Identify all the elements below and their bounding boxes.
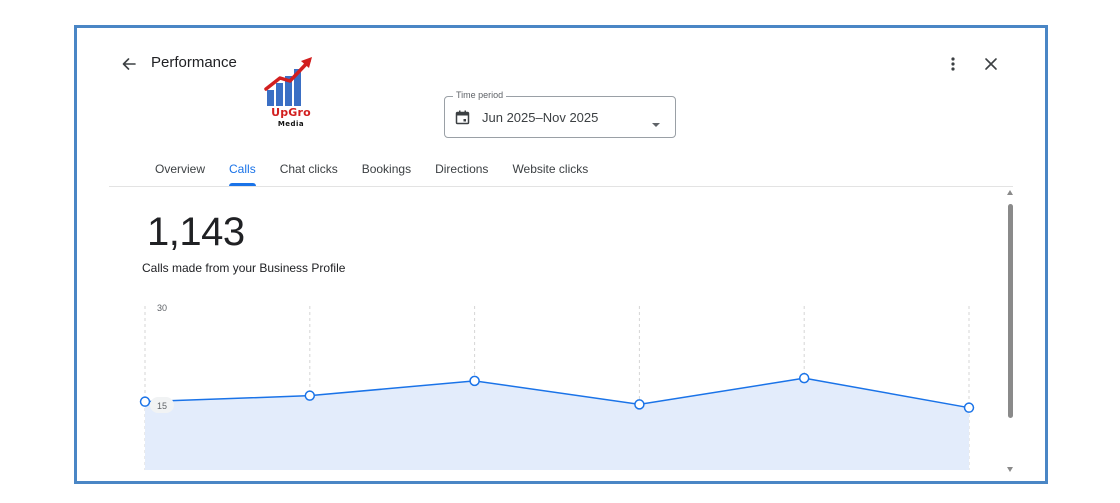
chart-ytick-label: 30 xyxy=(157,303,167,313)
scroll-down-icon[interactable] xyxy=(1007,467,1013,472)
tab-website-clicks[interactable]: Website clicks xyxy=(500,154,600,186)
metric-tabs: Overview Calls Chat clicks Bookings Dire… xyxy=(143,154,600,186)
logo-text-upgro: UpGro xyxy=(271,106,311,119)
chart-data-point xyxy=(798,372,810,384)
time-period-label: Time period xyxy=(453,90,507,100)
tab-calls[interactable]: Calls xyxy=(217,154,268,186)
calls-caption: Calls made from your Business Profile xyxy=(142,261,346,275)
logo-text-media: Media xyxy=(277,120,305,128)
arrow-back-icon[interactable] xyxy=(117,52,141,76)
calls-area-chart: 30 15 xyxy=(139,303,975,470)
scrollbar-thumb[interactable] xyxy=(1008,204,1013,418)
tab-chat-clicks[interactable]: Chat clicks xyxy=(268,154,350,186)
close-icon[interactable] xyxy=(979,52,1003,76)
calls-total: 1,143 xyxy=(147,210,245,254)
upgro-media-logo: UpGro Media xyxy=(263,56,323,134)
scroll-up-icon[interactable] xyxy=(1007,190,1013,195)
scrollbar[interactable] xyxy=(1005,190,1015,472)
calendar-icon xyxy=(455,110,470,130)
tabs-divider xyxy=(109,186,1013,187)
more-vert-icon[interactable] xyxy=(941,52,965,76)
dialog-header: Performance UpGro Media xyxy=(77,28,1045,128)
chevron-down-icon xyxy=(651,115,661,133)
chart-data-point xyxy=(304,390,316,401)
chart-data-point xyxy=(139,396,151,407)
chart-data-point xyxy=(963,402,975,413)
time-period-select[interactable]: Time period Jun 2025–Nov 2025 xyxy=(444,90,676,138)
performance-dialog: Performance UpGro Media Time period Jun … xyxy=(74,25,1048,484)
chart-data-point xyxy=(634,399,645,410)
tab-bookings[interactable]: Bookings xyxy=(350,154,423,186)
time-period-value: Jun 2025–Nov 2025 xyxy=(482,110,599,125)
tab-overview[interactable]: Overview xyxy=(143,154,217,186)
chart-ytick-label: 15 xyxy=(157,401,167,411)
tab-directions[interactable]: Directions xyxy=(423,154,500,186)
page-title: Performance xyxy=(151,54,237,71)
chart-data-point xyxy=(469,375,480,387)
